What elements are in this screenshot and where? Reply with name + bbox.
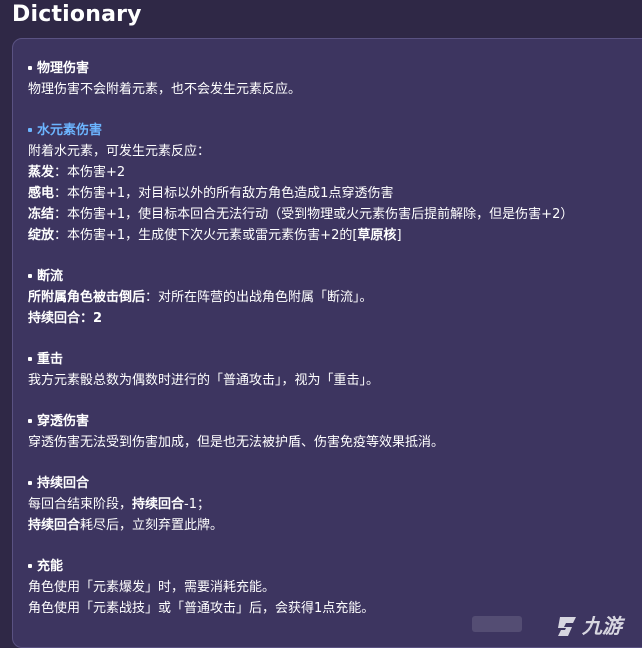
entry-heading-text: 水元素伤害 (37, 123, 103, 138)
description-text: ：本伤害+1，生成使下次火元素或雷元素伤害+2的[ (54, 228, 358, 243)
entry-heading-text: 穿透伤害 (37, 414, 90, 429)
entry-line: 附着水元素，可发生元素反应： (28, 141, 642, 162)
description-text: 角色使用「元素爆发」时，需要消耗充能。 (28, 580, 276, 595)
entry-line: 持续回合耗尽后，立刻弃置此牌。 (28, 515, 642, 536)
dictionary-entry: 水元素伤害 附着水元素，可发生元素反应： 蒸发：本伤害+2 感电：本伤害+1，对目标以… (28, 120, 642, 246)
dictionary-entry: 充能角色使用「元素爆发」时，需要消耗充能。角色使用「元素战技」或「普通攻击」后，… (28, 556, 642, 619)
entry-line: 角色使用「元素爆发」时，需要消耗充能。 (28, 577, 642, 598)
keyword-term: 感电 (28, 186, 55, 201)
dictionary-entry: 物理伤害物理伤害不会附着元素，也不会发生元素反应。 (28, 58, 642, 100)
entry-line: 每回合结束阶段，持续回合-1； (28, 494, 642, 515)
entry-heading-text: 充能 (37, 559, 64, 574)
description-text: -1； (184, 497, 210, 512)
entry-heading: 物理伤害 (28, 58, 642, 79)
description-text: ：本伤害+1，对目标以外的所有敌方角色造成1点穿透伤害 (54, 186, 394, 201)
watermark-logo: 九游 (552, 614, 642, 638)
entry-heading: 断流 (28, 266, 642, 287)
keyword-term: 持续回合：2 (28, 311, 103, 326)
dictionary-page: { "title": "Dictionary", "entries": [ { … (0, 0, 642, 648)
entry-heading-text: 物理伤害 (37, 61, 90, 76)
entry-heading: 充能 (28, 556, 642, 577)
description-text: 每回合结束阶段， (28, 497, 133, 512)
entry-line: 蒸发：本伤害+2 (28, 162, 642, 183)
keyword-term: 持续回合 (132, 497, 185, 512)
entry-line: 我方元素骰总数为偶数时进行的「普通攻击」，视为「重击」。 (28, 370, 642, 391)
page-title: Dictionary (12, 2, 142, 27)
bullet-icon (28, 127, 32, 132)
description-text: 附着水元素，可发生元素反应： (28, 144, 211, 159)
dictionary-entry: 穿透伤害穿透伤害无法受到伤害加成，但是也无法被护盾、伤害免疫等效果抵消。 (28, 411, 642, 453)
bullet-icon (28, 356, 32, 361)
keyword-term: 持续回合 (28, 518, 81, 533)
entry-line: 绽放：本伤害+1，生成使下次火元素或雷元素伤害+2的[草原核] (28, 225, 642, 246)
keyword-term: 绽放 (28, 228, 55, 243)
description-text: 物理伤害不会附着元素，也不会发生元素反应。 (28, 82, 302, 97)
entry-line: 冻结：本伤害+1，使目标本回合无法行动（受到物理或火元素伤害后提前解除，但是伤害… (28, 204, 642, 225)
description-text: ：对所在阵营的出战角色附属「断流」。 (145, 290, 373, 305)
description-text: 我方元素骰总数为偶数时进行的「普通攻击」，视为「重击」。 (28, 373, 380, 388)
description-text: ：本伤害+1，使目标本回合无法行动（受到物理或火元素伤害后提前解除，但是伤害+2… (54, 207, 574, 222)
dictionary-entry: 断流所附属角色被击倒后：对所在阵营的出战角色附属「断流」。持续回合：2 (28, 266, 642, 329)
bullet-icon (28, 65, 32, 70)
entry-heading-text: 断流 (37, 269, 64, 284)
entry-line: 角色使用「元素战技」或「普通攻击」后，会获得1点充能。 (28, 598, 642, 619)
description-text: 穿透伤害无法受到伤害加成，但是也无法被护盾、伤害免疫等效果抵消。 (28, 435, 445, 450)
dictionary-entry: 持续回合 每回合结束阶段，持续回合-1； 持续回合耗尽后，立刻弃置此牌。 (28, 473, 642, 536)
keyword-term: 冻结 (28, 207, 55, 222)
bullet-icon (28, 480, 32, 485)
entry-line: 物理伤害不会附着元素，也不会发生元素反应。 (28, 79, 642, 100)
keyword-term: 蒸发 (28, 165, 55, 180)
entry-heading-text: 重击 (37, 352, 64, 367)
watermark-text: 九游 (582, 614, 622, 638)
description-text: ：本伤害+2 (54, 165, 126, 180)
dictionary-entry: 重击我方元素骰总数为偶数时进行的「普通攻击」，视为「重击」。 (28, 349, 642, 391)
bullet-icon (28, 273, 32, 278)
bullet-icon (28, 418, 32, 423)
entry-heading-text: 持续回合 (37, 476, 90, 491)
description-text: ] (396, 228, 402, 243)
entry-heading: 重击 (28, 349, 642, 370)
entry-heading: 持续回合 (28, 473, 642, 494)
entry-line: 感电：本伤害+1，对目标以外的所有敌方角色造成1点穿透伤害 (28, 183, 642, 204)
description-text: 耗尽后，立刻弃置此牌。 (80, 518, 224, 533)
watermark-icon (558, 617, 576, 636)
keyword-term: 所附属角色被击倒后 (28, 290, 146, 305)
entry-heading: 水元素伤害 (28, 120, 642, 141)
entry-line: 所附属角色被击倒后：对所在阵营的出战角色附属「断流」。 (28, 287, 642, 308)
dictionary-content: 物理伤害物理伤害不会附着元素，也不会发生元素反应。水元素伤害附着水元素，可发生元… (28, 58, 642, 639)
watermark-blur (472, 616, 522, 632)
entry-line: 持续回合：2 (28, 308, 642, 329)
bullet-icon (28, 563, 32, 568)
entry-heading: 穿透伤害 (28, 411, 642, 432)
keyword-term: 草原核 (357, 228, 397, 243)
entry-line: 穿透伤害无法受到伤害加成，但是也无法被护盾、伤害免疫等效果抵消。 (28, 432, 642, 453)
description-text: 角色使用「元素战技」或「普通攻击」后，会获得1点充能。 (28, 601, 375, 616)
dictionary-panel: 物理伤害物理伤害不会附着元素，也不会发生元素反应。水元素伤害附着水元素，可发生元… (12, 38, 642, 648)
